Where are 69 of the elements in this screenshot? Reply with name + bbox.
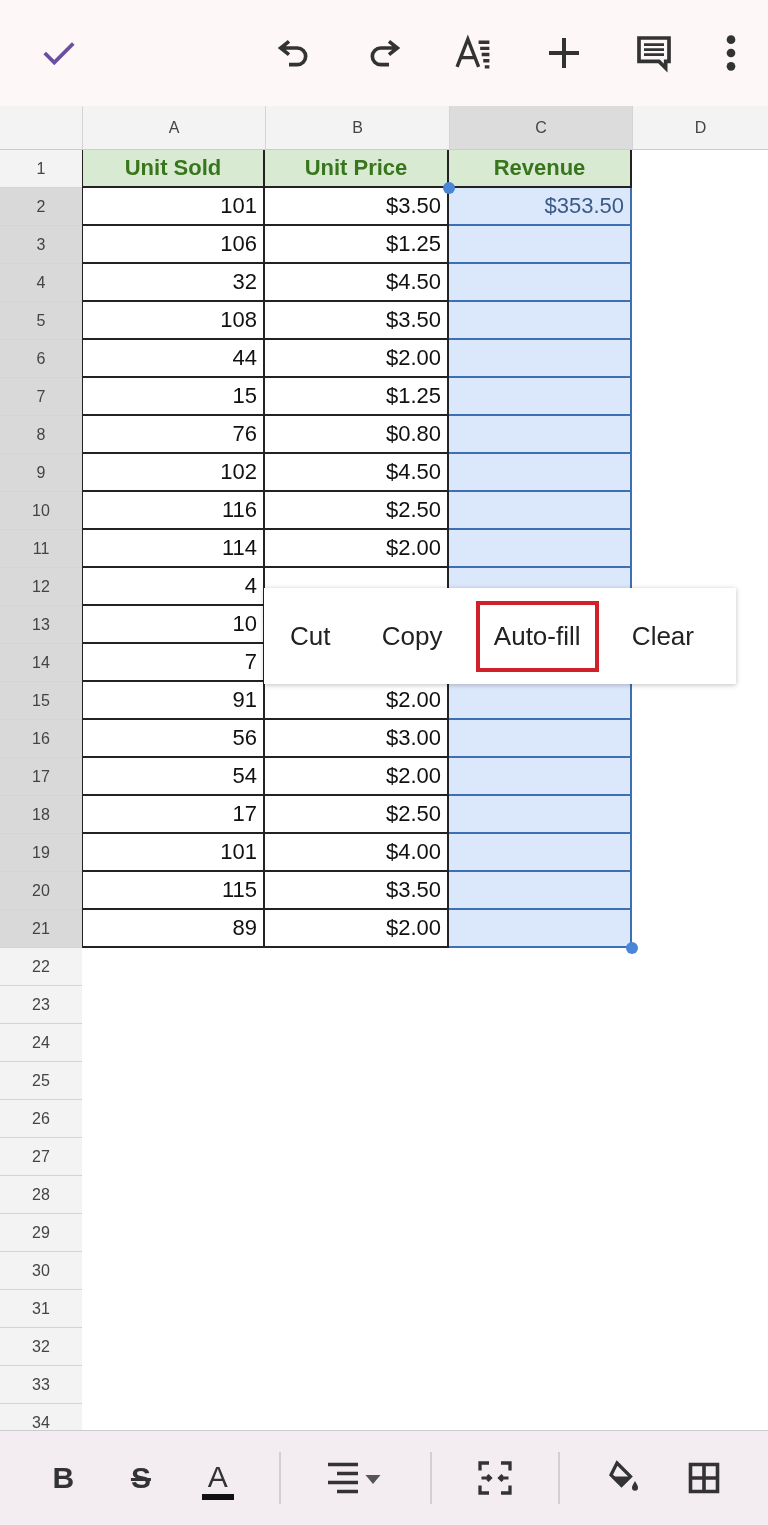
menu-item[interactable]: Cut: [272, 600, 349, 672]
merge-cells-icon[interactable]: [477, 1460, 514, 1496]
selection-handle[interactable]: [626, 942, 638, 954]
table-cell: 32: [82, 264, 265, 302]
row-header[interactable]: 26: [0, 1100, 82, 1138]
bold-button[interactable]: B: [46, 1457, 81, 1499]
table-cell: 108: [82, 302, 265, 340]
table-cell: 17: [82, 796, 265, 834]
row-header[interactable]: 5: [0, 302, 82, 340]
column-header[interactable]: C: [449, 106, 632, 149]
row-header[interactable]: 32: [0, 1328, 82, 1366]
row-header[interactable]: 8: [0, 416, 82, 454]
table-cell: 106: [82, 226, 265, 264]
more-icon[interactable]: [724, 33, 738, 73]
table-cell: Unit Price: [265, 150, 449, 188]
table-cell: $353.50: [449, 188, 632, 226]
row-header[interactable]: 12: [0, 568, 82, 606]
table-cell: 56: [82, 720, 265, 758]
table-cell: 114: [82, 530, 265, 568]
row-header[interactable]: 4: [0, 264, 82, 302]
row-header[interactable]: 18: [0, 796, 82, 834]
table-cell: Unit Sold: [82, 150, 265, 188]
menu-item[interactable]: Clear: [613, 600, 712, 672]
row-header[interactable]: 16: [0, 720, 82, 758]
menu-item[interactable]: Auto-fill: [475, 600, 599, 672]
table-cell: 76: [82, 416, 265, 454]
table-cell: 102: [82, 454, 265, 492]
row-header[interactable]: 13: [0, 606, 82, 644]
column-header[interactable]: A: [82, 106, 265, 149]
row-header[interactable]: 19: [0, 834, 82, 872]
row-header[interactable]: 29: [0, 1214, 82, 1252]
row-header[interactable]: 11: [0, 530, 82, 568]
row-header[interactable]: 7: [0, 378, 82, 416]
row-header[interactable]: 14: [0, 644, 82, 682]
row-header[interactable]: 2: [0, 188, 82, 226]
row-header[interactable]: 6: [0, 340, 82, 378]
column-header[interactable]: D: [632, 106, 768, 149]
strikethrough-button[interactable]: S: [124, 1457, 157, 1499]
table-cell: 91: [82, 682, 265, 720]
table-cell: 116: [82, 492, 265, 530]
row-header[interactable]: 23: [0, 986, 82, 1024]
table-cell: Revenue: [449, 150, 632, 188]
row-header[interactable]: 30: [0, 1252, 82, 1290]
table-cell: 54: [82, 758, 265, 796]
row-header[interactable]: 24: [0, 1024, 82, 1062]
row-header[interactable]: 20: [0, 872, 82, 910]
row-header[interactable]: 10: [0, 492, 82, 530]
table-cell: 101: [82, 188, 265, 226]
row-header[interactable]: 27: [0, 1138, 82, 1176]
row-header[interactable]: 31: [0, 1290, 82, 1328]
table-cell: 15: [82, 378, 265, 416]
row-header[interactable]: 33: [0, 1366, 82, 1404]
menu-item[interactable]: Copy: [363, 600, 461, 672]
row-header[interactable]: 28: [0, 1176, 82, 1214]
row-header[interactable]: 21: [0, 910, 82, 948]
row-header[interactable]: 9: [0, 454, 82, 492]
row-header[interactable]: 34: [0, 1404, 82, 1430]
row-header[interactable]: 25: [0, 1062, 82, 1100]
row-header[interactable]: 15: [0, 682, 82, 720]
table-cell: 115: [82, 872, 265, 910]
text-color-button[interactable]: A: [201, 1456, 234, 1500]
row-header[interactable]: 1: [0, 150, 82, 188]
row-header[interactable]: 17: [0, 758, 82, 796]
table-cell: 44: [82, 340, 265, 378]
table-cell: 101: [82, 834, 265, 872]
row-header[interactable]: 22: [0, 948, 82, 986]
row-header[interactable]: 3: [0, 226, 82, 264]
table-cell: 89: [82, 910, 265, 948]
comment-icon[interactable]: [634, 33, 674, 73]
